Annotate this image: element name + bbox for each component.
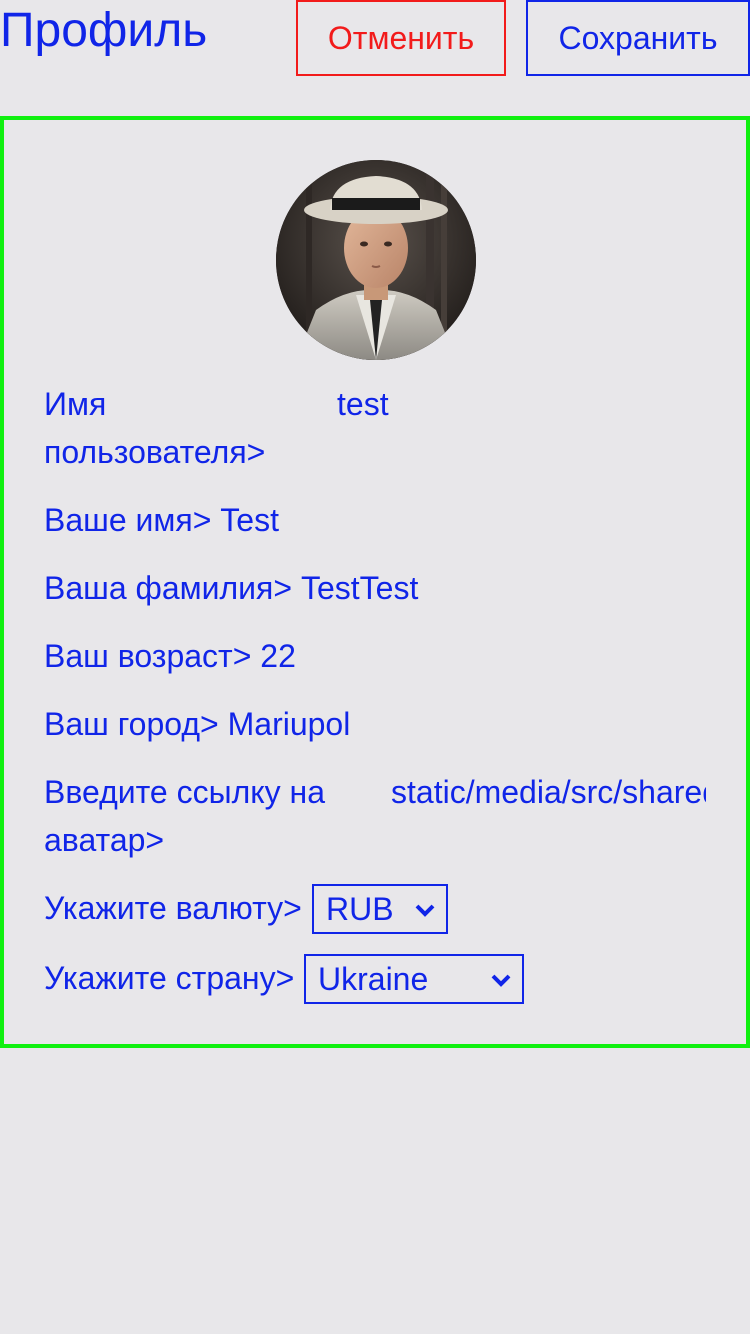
first-name-field[interactable]: Test xyxy=(220,496,279,544)
age-label: Ваш возраст> xyxy=(44,638,252,674)
country-select[interactable]: Ukraine xyxy=(304,954,524,1004)
profile-panel: Имя пользователя> test Ваше имя> Test Ва… xyxy=(0,116,750,1048)
first-name-label: Ваше имя> xyxy=(44,502,212,538)
avatar xyxy=(276,160,476,360)
cancel-button[interactable]: Отменить xyxy=(296,0,506,76)
last-name-field[interactable]: TestTest xyxy=(301,564,418,612)
currency-select[interactable]: RUB xyxy=(312,884,448,934)
save-button[interactable]: Сохранить xyxy=(526,0,750,76)
city-field[interactable]: Mariupol xyxy=(228,700,351,748)
currency-select-value: RUB xyxy=(326,890,394,927)
avatar-link-field[interactable]: static/media/src/shared xyxy=(391,768,706,816)
username-row: Имя пользователя> xyxy=(44,380,334,476)
chevron-down-icon xyxy=(415,904,435,917)
page-title: Профиль xyxy=(0,4,208,57)
username-label: Имя пользователя> xyxy=(44,380,334,476)
avatar-link-label-line2: аватар> xyxy=(44,822,165,858)
username-label-line1: Имя xyxy=(44,386,107,422)
username-field[interactable]: test xyxy=(337,380,389,428)
country-row: Укажите страну> xyxy=(44,954,294,1002)
avatar-link-row: Введите ссылку на аватар> xyxy=(44,768,325,864)
avatar-link-label: Введите ссылку на аватар> xyxy=(44,768,325,864)
last-name-label: Ваша фамилия> xyxy=(44,570,293,606)
currency-row: Укажите валюту> xyxy=(44,884,302,932)
avatar-portrait xyxy=(276,160,476,360)
age-field[interactable]: 22 xyxy=(260,632,296,680)
country-label: Укажите страну> xyxy=(44,960,295,996)
username-label-line2: пользователя> xyxy=(44,434,266,470)
avatar-link-label-line1: Введите ссылку на xyxy=(44,774,325,810)
age-row: Ваш возраст> 22 xyxy=(44,632,296,680)
country-select-value: Ukraine xyxy=(318,960,429,997)
first-name-row: Ваше имя> Test xyxy=(44,496,279,544)
city-row: Ваш город> Mariupol xyxy=(44,700,350,748)
last-name-row: Ваша фамилия> TestTest xyxy=(44,564,418,612)
currency-label: Укажите валюту> xyxy=(44,890,302,926)
city-label: Ваш город> xyxy=(44,706,219,742)
chevron-down-icon xyxy=(491,974,511,987)
